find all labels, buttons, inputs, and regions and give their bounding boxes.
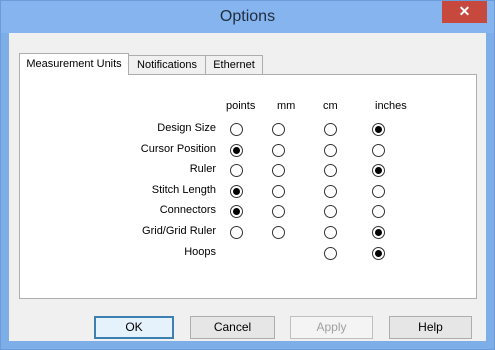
radio-inches[interactable] bbox=[372, 226, 385, 239]
close-button[interactable]: ✕ bbox=[442, 1, 487, 23]
radio-inches[interactable] bbox=[372, 144, 385, 157]
radio-mm[interactable] bbox=[272, 123, 285, 136]
column-header-cm: cm bbox=[323, 100, 338, 112]
radio-cm[interactable] bbox=[324, 164, 337, 177]
radio-inches[interactable] bbox=[372, 247, 385, 260]
radio-inches[interactable] bbox=[372, 205, 385, 218]
measurement-units-panel: points mm cm inches Design Size Cursor Po… bbox=[19, 74, 477, 299]
row-label: Grid/Grid Ruler bbox=[142, 225, 216, 237]
column-header-inches: inches bbox=[375, 100, 407, 112]
row-label: Ruler bbox=[189, 163, 216, 175]
radio-points[interactable] bbox=[230, 226, 243, 239]
radio-cm[interactable] bbox=[324, 247, 337, 260]
column-header-points: points bbox=[226, 100, 256, 112]
radio-points[interactable] bbox=[230, 123, 243, 136]
row-label: Stitch Length bbox=[151, 184, 216, 196]
radio-cm[interactable] bbox=[324, 123, 337, 136]
radio-mm[interactable] bbox=[272, 205, 285, 218]
tab-ethernet[interactable]: Ethernet bbox=[205, 55, 263, 74]
radio-points[interactable] bbox=[230, 164, 243, 177]
row-label: Connectors bbox=[159, 204, 216, 216]
radio-cm[interactable] bbox=[324, 226, 337, 239]
radio-points[interactable] bbox=[230, 205, 243, 218]
row-label: Cursor Position bbox=[140, 143, 216, 155]
cancel-button[interactable]: Cancel bbox=[190, 316, 275, 339]
dialog-client-area: Measurement Units Notifications Ethernet… bbox=[9, 33, 486, 341]
column-header-mm: mm bbox=[277, 100, 296, 112]
dialog-title: Options bbox=[219, 8, 276, 25]
row-label: Hoops bbox=[184, 246, 216, 258]
radio-mm[interactable] bbox=[272, 226, 285, 239]
title-bar[interactable]: Options ✕ bbox=[1, 1, 494, 33]
help-button[interactable]: Help bbox=[389, 316, 472, 339]
tab-label: Notifications bbox=[137, 59, 197, 71]
radio-cm[interactable] bbox=[324, 144, 337, 157]
tab-label: Measurement Units bbox=[26, 58, 122, 70]
apply-button[interactable]: Apply bbox=[290, 316, 373, 339]
close-icon: ✕ bbox=[458, 3, 471, 19]
options-dialog: Options ✕ Measurement Units Notification… bbox=[0, 0, 495, 350]
row-label: Design Size bbox=[157, 122, 216, 134]
tab-measurement-units[interactable]: Measurement Units bbox=[19, 53, 129, 75]
radio-mm[interactable] bbox=[272, 164, 285, 177]
radio-inches[interactable] bbox=[372, 123, 385, 136]
ok-button[interactable]: OK bbox=[94, 316, 174, 339]
tab-notifications[interactable]: Notifications bbox=[127, 55, 207, 74]
radio-cm[interactable] bbox=[324, 185, 337, 198]
radio-cm[interactable] bbox=[324, 205, 337, 218]
radio-mm[interactable] bbox=[272, 144, 285, 157]
radio-mm[interactable] bbox=[272, 185, 285, 198]
radio-inches[interactable] bbox=[372, 185, 385, 198]
radio-inches[interactable] bbox=[372, 164, 385, 177]
radio-points[interactable] bbox=[230, 144, 243, 157]
tab-label: Ethernet bbox=[213, 59, 255, 71]
radio-points[interactable] bbox=[230, 185, 243, 198]
